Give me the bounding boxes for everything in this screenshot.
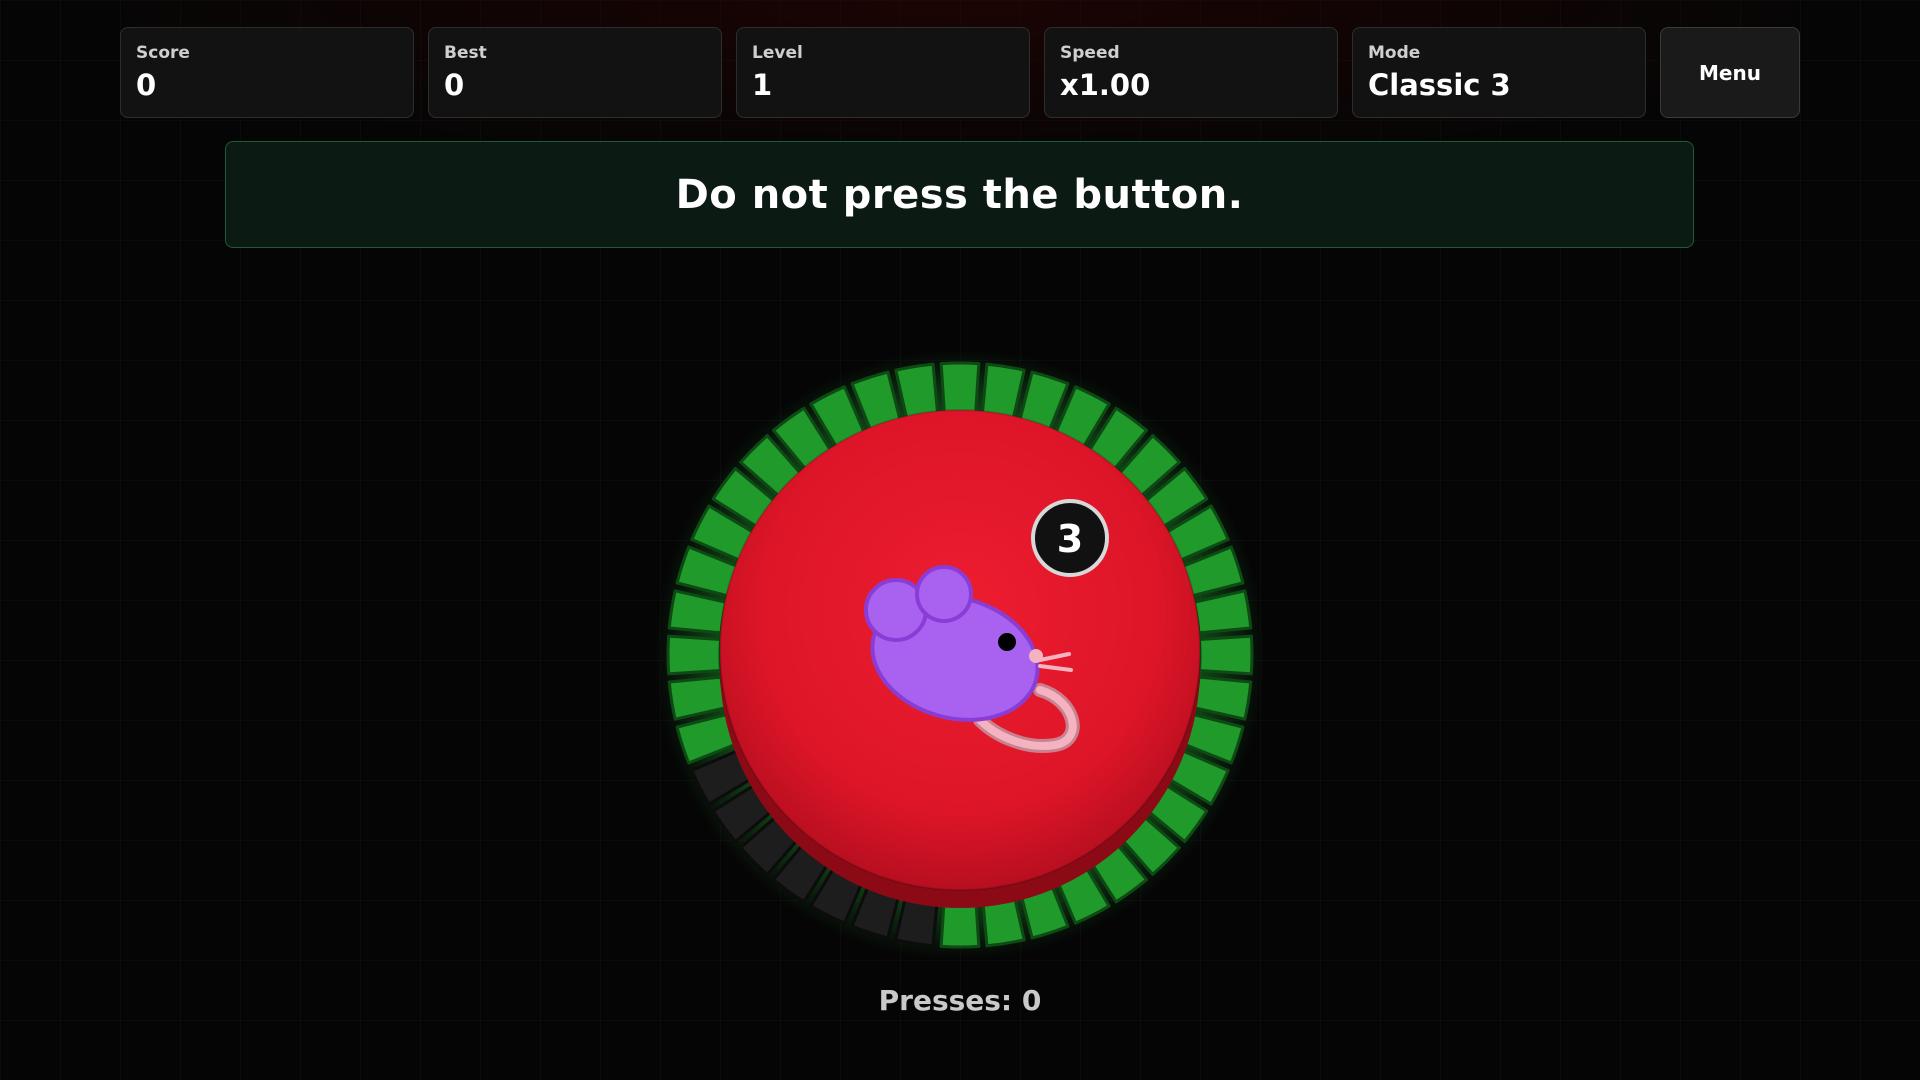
presses-counter: Presses: 0 bbox=[0, 984, 1920, 1017]
level-value: 1 bbox=[752, 68, 773, 102]
speed-panel: Speed x1.00 bbox=[1044, 27, 1338, 118]
level-panel: Level 1 bbox=[736, 27, 1030, 118]
speed-label: Speed bbox=[1060, 43, 1120, 63]
best-label: Best bbox=[444, 43, 487, 63]
score-label: Score bbox=[136, 43, 190, 63]
menu-button[interactable]: Menu bbox=[1660, 27, 1800, 118]
score-value: 0 bbox=[136, 68, 157, 102]
countdown-badge: 3 bbox=[1031, 499, 1109, 577]
timer-segment-active bbox=[666, 634, 723, 676]
mode-label: Mode bbox=[1368, 43, 1421, 63]
presses-value: 0 bbox=[1021, 984, 1042, 1017]
game-screen: Score 0 Best 0 Level 1 Speed x1.00 Mode … bbox=[0, 0, 1920, 1080]
best-value: 0 bbox=[444, 68, 465, 102]
button-area: 3 bbox=[655, 350, 1265, 960]
timer-segment-active bbox=[939, 361, 981, 418]
presses-label: Presses: bbox=[878, 984, 1013, 1017]
instruction-text: Do not press the button. bbox=[675, 171, 1244, 218]
countdown-number: 3 bbox=[1057, 517, 1083, 561]
speed-value: x1.00 bbox=[1060, 68, 1151, 102]
level-label: Level bbox=[752, 43, 803, 63]
big-button-graphic: 3 bbox=[655, 350, 1265, 960]
timer-segment-active bbox=[1198, 634, 1254, 676]
mode-value: Classic 3 bbox=[1368, 68, 1511, 102]
best-panel: Best 0 bbox=[428, 27, 722, 118]
score-panel: Score 0 bbox=[120, 27, 414, 118]
hud-bar: Score 0 Best 0 Level 1 Speed x1.00 Mode … bbox=[120, 27, 1800, 120]
instruction-banner: Do not press the button. bbox=[225, 141, 1694, 248]
mode-panel: Mode Classic 3 bbox=[1352, 27, 1646, 118]
